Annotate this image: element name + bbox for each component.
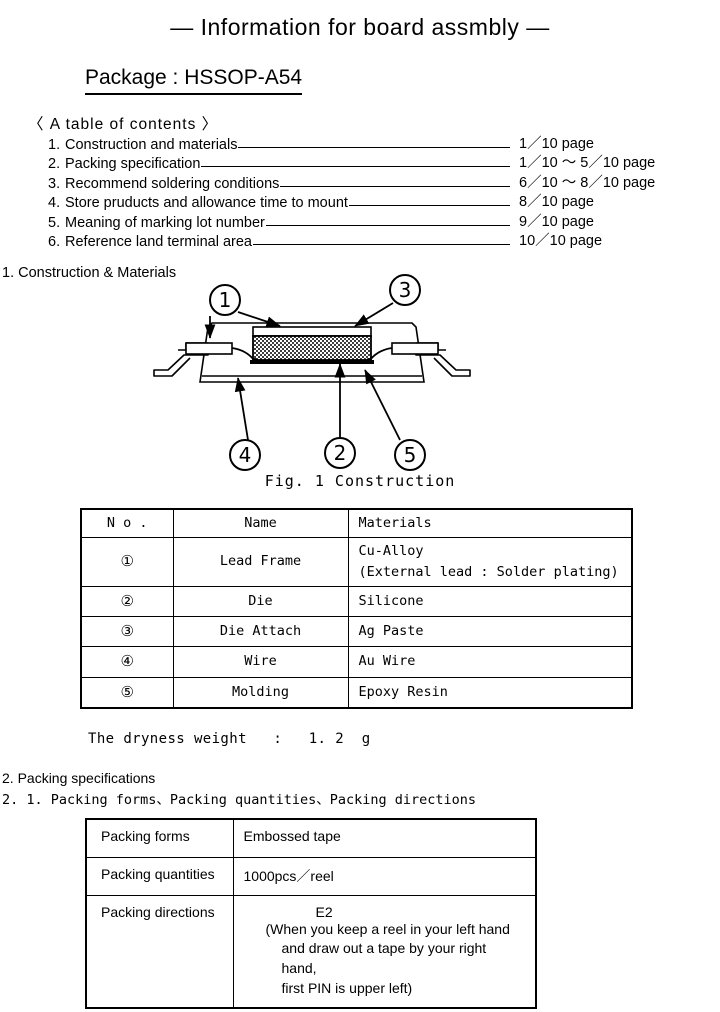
callout-label-1: 1: [219, 288, 232, 312]
toc-item-label: Construction and materials: [65, 136, 238, 153]
packing-table: Packing forms Embossed tape Packing quan…: [85, 818, 537, 1009]
section-2-1-heading: 2. 1. Packing forms、Packing quantities、P…: [2, 792, 477, 808]
row-material: Silicone: [347, 585, 633, 618]
toc-leader-line: [265, 224, 510, 226]
row-no: ③: [80, 616, 174, 648]
bond-wire-right: [369, 347, 393, 361]
row-name: Lead Frame: [172, 536, 349, 587]
table-row: Packing forms Embossed tape: [85, 818, 537, 858]
note-line-2: and draw out a tape by your right hand,: [281, 940, 487, 977]
header-name: Name: [172, 507, 349, 538]
toc-leader-line: [348, 205, 510, 206]
callout-arrow-1b: [237, 311, 281, 327]
toc-item-label: Recommend soldering conditions: [65, 175, 280, 192]
row-name: Wire: [172, 646, 349, 678]
note-line-3: first PIN is upper left): [281, 980, 413, 997]
table-row: ① Lead Frame Cu-Alloy (External lead : S…: [80, 536, 633, 587]
toc-item-label: Store pruducts and allowance time to mou…: [65, 195, 348, 211]
row-material: Ag Paste: [347, 616, 633, 648]
row-no: ①: [80, 536, 174, 587]
packing-forms-value: Embossed tape: [232, 818, 537, 858]
toc-item-number: 2.: [48, 156, 61, 172]
right-inner-lead: [391, 342, 439, 355]
toc-item-label: Meaning of marking lot number: [65, 214, 265, 231]
toc-item[interactable]: 5. Meaning of marking lot number 9／10 pa…: [48, 211, 688, 231]
packing-direction-code: E2: [315, 903, 333, 920]
row-name: Molding: [172, 676, 349, 709]
table-row: Packing quantities 1000pcs／reel: [85, 856, 537, 896]
toc-item-number: 3.: [48, 175, 61, 192]
material-line-1: Cu-Alloy: [358, 542, 424, 559]
row-no: ②: [80, 585, 174, 618]
toc-item-number: 1.: [48, 136, 61, 153]
toc-item-page: 1／10 ～ 5／10 page: [519, 155, 656, 171]
toc-item-page: 10／10 page: [519, 233, 603, 249]
table-row: Packing directions E2 (When you keep a r…: [85, 894, 537, 1009]
section-2-heading: 2. Packing specifications: [2, 770, 156, 786]
row-material: Cu-Alloy (External lead : Solder plating…: [347, 536, 633, 587]
construction-cross-section-diagram: 1 3 4 2 5: [153, 274, 471, 471]
toc-item[interactable]: 6. Reference land terminal area 10／10 pa…: [48, 231, 688, 250]
toc-item-label: Packing specification: [65, 156, 201, 172]
toc-list: 1. Construction and materials 1／10 page …: [48, 133, 688, 251]
header-no: N o .: [80, 507, 174, 538]
packing-directions-value: E2 (When you keep a reel in your left ha…: [232, 894, 537, 1009]
die-block: [252, 335, 372, 361]
note-line-1: (When you keep a reel in your left hand: [265, 920, 510, 937]
package-name: Package : HSSOP-A54: [85, 66, 303, 95]
toc-item-number: 4.: [48, 195, 61, 211]
die-attach-layer: [252, 326, 372, 337]
toc-item[interactable]: 1. Construction and materials 1／10 page: [48, 133, 688, 153]
row-name: Die Attach: [172, 616, 349, 648]
callout-label-2: 2: [334, 441, 347, 465]
table-row: ⑤ Molding Epoxy Resin: [80, 676, 633, 709]
material-line-2: (External lead : Solder plating): [358, 563, 619, 580]
toc-item-label: Reference land terminal area: [65, 234, 252, 250]
packing-forms-label: Packing forms: [85, 818, 234, 858]
packing-quantities-value: 1000pcs／reel: [232, 856, 537, 896]
document-title: — Information for board assmbly —: [170, 14, 550, 40]
toc-item[interactable]: 2. Packing specification 1／10 ～ 5／10 pag…: [48, 153, 688, 172]
toc-item-page: 6／10 ～ 8／10 page: [519, 174, 656, 191]
callout-label-3: 3: [399, 278, 412, 302]
toc-heading: 〈 A table of contents 〉: [28, 116, 219, 133]
callout-label-5: 5: [404, 443, 417, 467]
toc-item-number: 6.: [48, 234, 61, 250]
callout-label-4: 4: [239, 443, 252, 467]
toc-item-number: 5.: [48, 214, 61, 231]
toc-leader-line: [238, 146, 510, 148]
table-header-row: N o . Name Materials: [80, 507, 633, 538]
toc-item-page: 8／10 page: [519, 194, 594, 210]
bond-wire-left: [231, 347, 255, 361]
wire-bond-ball-right: [366, 358, 372, 364]
packing-directions-label: Packing directions: [85, 894, 234, 1009]
toc-leader-line: [280, 185, 510, 187]
row-material: Epoxy Resin: [347, 676, 633, 709]
package-line-wrap: Package : HSSOP-A54: [85, 66, 303, 95]
row-name: Die: [172, 585, 349, 618]
callout-arrow-4: [234, 377, 249, 441]
table-row: ④ Wire Au Wire: [80, 646, 633, 678]
toc-item[interactable]: 3. Recommend soldering conditions 6／10 ～…: [48, 172, 688, 192]
toc-item-page: 1／10 page: [519, 135, 594, 152]
left-inner-lead: [185, 342, 233, 355]
callout-arrow-5: [364, 369, 401, 441]
toc-leader-line: [253, 244, 510, 245]
toc-leader-line: [201, 166, 510, 167]
materials-table: N o . Name Materials ① Lead Frame Cu-All…: [80, 507, 633, 709]
header-materials: Materials: [347, 507, 633, 538]
row-no: ④: [80, 646, 174, 678]
row-no: ⑤: [80, 676, 174, 709]
toc-item[interactable]: 4. Store pruducts and allowance time to …: [48, 192, 688, 211]
die-pad: [250, 360, 374, 364]
table-row: ③ Die Attach Ag Paste: [80, 616, 633, 648]
table-row: ② Die Silicone: [80, 585, 633, 618]
dryness-weight-text: The dryness weight : 1. 2 g: [88, 731, 371, 747]
figure-caption: Fig. 1 Construction: [264, 472, 456, 490]
row-material: Au Wire: [347, 646, 633, 678]
packing-quantities-label: Packing quantities: [85, 856, 234, 896]
toc-item-page: 9／10 page: [519, 213, 594, 230]
packing-direction-note: (When you keep a reel in your left hand …: [244, 920, 526, 1000]
wire-bond-ball-left: [252, 358, 258, 364]
